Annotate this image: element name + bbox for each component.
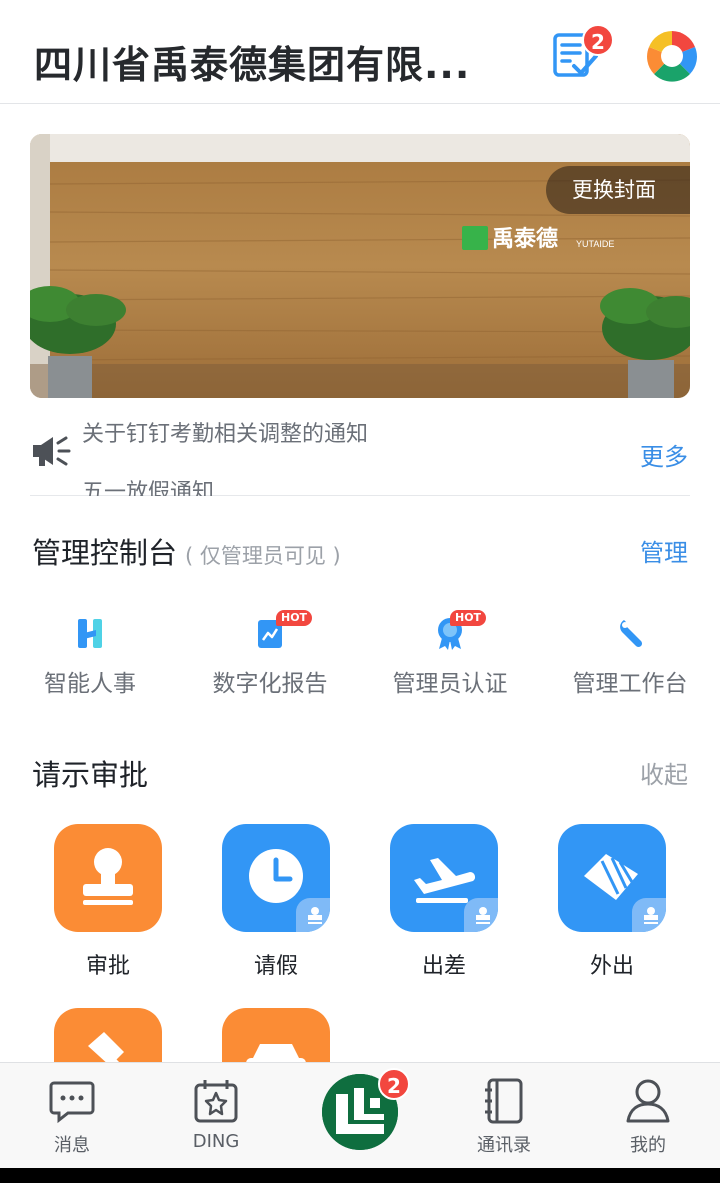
app-go-out[interactable]: 外出: [528, 824, 696, 984]
contacts-book-icon: [480, 1077, 528, 1125]
sub-stamp-icon: [464, 898, 498, 932]
outing-icon: [558, 824, 666, 932]
ding-calendar-icon: [192, 1077, 240, 1125]
admin-only-hint: ( 仅管理员可见 ): [185, 544, 341, 568]
dingtalk-workspace-logo-icon[interactable]: [646, 30, 698, 82]
clock-icon: [222, 824, 330, 932]
system-nav-strip: [0, 1168, 720, 1183]
chat-bubble-icon: [48, 1077, 96, 1125]
app-label: 外出: [589, 954, 634, 979]
hot-badge: HOT: [450, 610, 487, 626]
announcement-bar[interactable]: 关于钉钉考勤相关调整的通知 五一放假通知 更多: [30, 400, 690, 496]
tab-label: DING: [192, 1131, 240, 1152]
admin-item-admin-certification[interactable]: HOT 管理员认证: [360, 610, 540, 706]
change-cover-button[interactable]: 更换封面: [546, 166, 690, 214]
announcement-item[interactable]: 关于钉钉考勤相关调整的通知: [82, 416, 368, 448]
collapse-link[interactable]: 收起: [640, 755, 688, 790]
top-header: 四川省禹泰德集团有限... 2: [0, 0, 720, 104]
home-badge: 2: [378, 1068, 410, 1100]
announcement-item[interactable]: 五一放假通知: [82, 474, 214, 496]
app-label: 请假: [253, 954, 298, 979]
app-leave[interactable]: 请假: [192, 824, 360, 984]
tab-label: 我的: [630, 1135, 666, 1156]
admin-console-title: 管理控制台 ( 仅管理员可见 ): [32, 530, 341, 572]
wall-brand-text: 禹泰德: [492, 226, 558, 251]
smart-hr-icon: [76, 616, 104, 650]
admin-item-label: 管理工作台: [572, 671, 688, 697]
manage-link[interactable]: 管理: [640, 533, 688, 568]
admin-item-smart-hr[interactable]: 智能人事: [0, 616, 180, 706]
admin-item-label: 智能人事: [44, 671, 136, 697]
tab-contacts[interactable]: 通讯录: [432, 1063, 576, 1169]
announcement-ticker[interactable]: 关于钉钉考勤相关调整的通知 五一放假通知: [82, 400, 562, 496]
tab-label: 通讯录: [477, 1135, 531, 1156]
sub-stamp-icon: [296, 898, 330, 932]
airplane-takeoff-icon: [390, 824, 498, 932]
todo-count-badge: 2: [582, 24, 614, 56]
app-approval[interactable]: 审批: [24, 824, 192, 984]
tab-mine[interactable]: 我的: [576, 1063, 720, 1169]
admin-item-admin-workbench[interactable]: 管理工作台: [540, 616, 720, 706]
app-business-trip[interactable]: 出差: [360, 824, 528, 984]
app-label: 出差: [421, 954, 466, 979]
organization-name[interactable]: 四川省禹泰德集团有限...: [34, 34, 470, 89]
admin-item-label: 管理员认证: [392, 671, 508, 697]
admin-item-digital-report[interactable]: HOT 数字化报告: [180, 610, 360, 706]
person-icon: [624, 1077, 672, 1125]
wrench-icon: [616, 616, 644, 650]
admin-item-label: 数字化报告: [212, 671, 328, 697]
announcement-more-link[interactable]: 更多: [640, 437, 688, 472]
megaphone-icon: [30, 434, 72, 468]
sub-stamp-icon: [632, 898, 666, 932]
tab-label: 消息: [54, 1135, 90, 1156]
stamp-icon: [54, 824, 162, 932]
hot-badge: HOT: [276, 610, 313, 626]
tab-ding[interactable]: DING: [144, 1063, 288, 1169]
app-label: 审批: [85, 954, 130, 979]
tab-messages[interactable]: 消息: [0, 1063, 144, 1169]
wall-brand-sub: YUTAIDE: [576, 239, 614, 249]
approvals-section-title: 请示审批: [32, 758, 149, 792]
admin-console-title-text: 管理控制台: [32, 536, 178, 570]
